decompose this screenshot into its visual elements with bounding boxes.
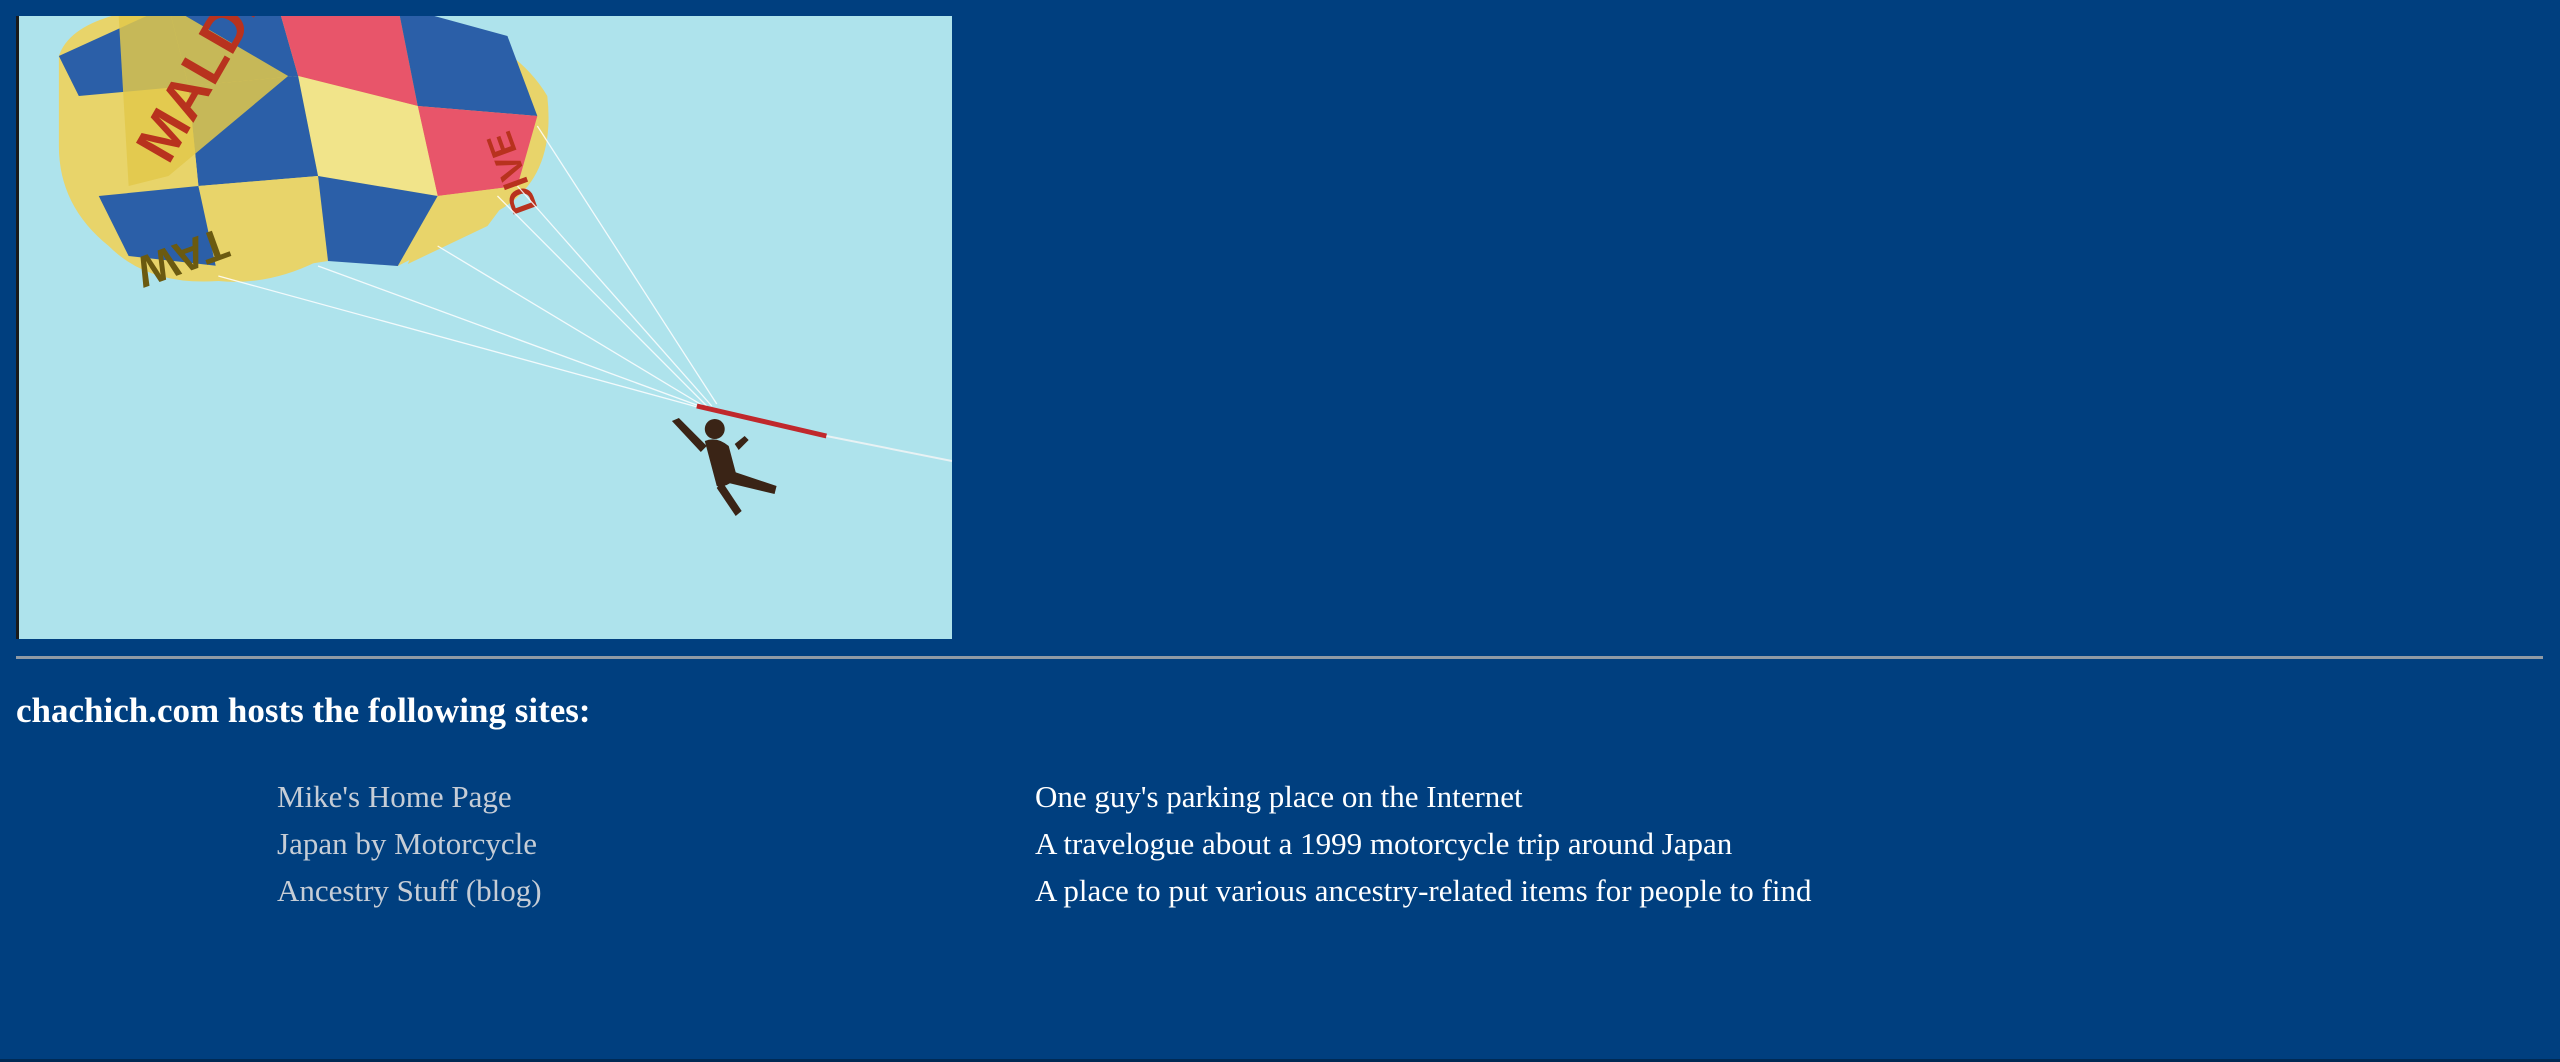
page: MALDIVES TAW DIVE	[0, 0, 2560, 1062]
table-row: Mike's Home Page One guy's parking place…	[277, 773, 1811, 820]
table-row: Ancestry Stuff (blog) A place to put var…	[277, 867, 1811, 914]
parasail-photo: MALDIVES TAW DIVE	[16, 16, 952, 639]
site-link-mikes-home-page[interactable]: Mike's Home Page	[277, 779, 512, 814]
site-description: One guy's parking place on the Internet	[1035, 779, 1523, 814]
horizontal-divider	[16, 656, 2543, 659]
page-heading: chachich.com hosts the following sites:	[16, 691, 591, 730]
table-row: Japan by Motorcycle A travelogue about a…	[277, 820, 1811, 867]
site-link-ancestry-stuff[interactable]: Ancestry Stuff (blog)	[277, 873, 542, 908]
sites-table: Mike's Home Page One guy's parking place…	[277, 773, 1811, 914]
site-link-japan-by-motorcycle[interactable]: Japan by Motorcycle	[277, 826, 537, 861]
site-description: A place to put various ancestry-related …	[1035, 873, 1812, 908]
site-description: A travelogue about a 1999 motorcycle tri…	[1035, 826, 1733, 861]
